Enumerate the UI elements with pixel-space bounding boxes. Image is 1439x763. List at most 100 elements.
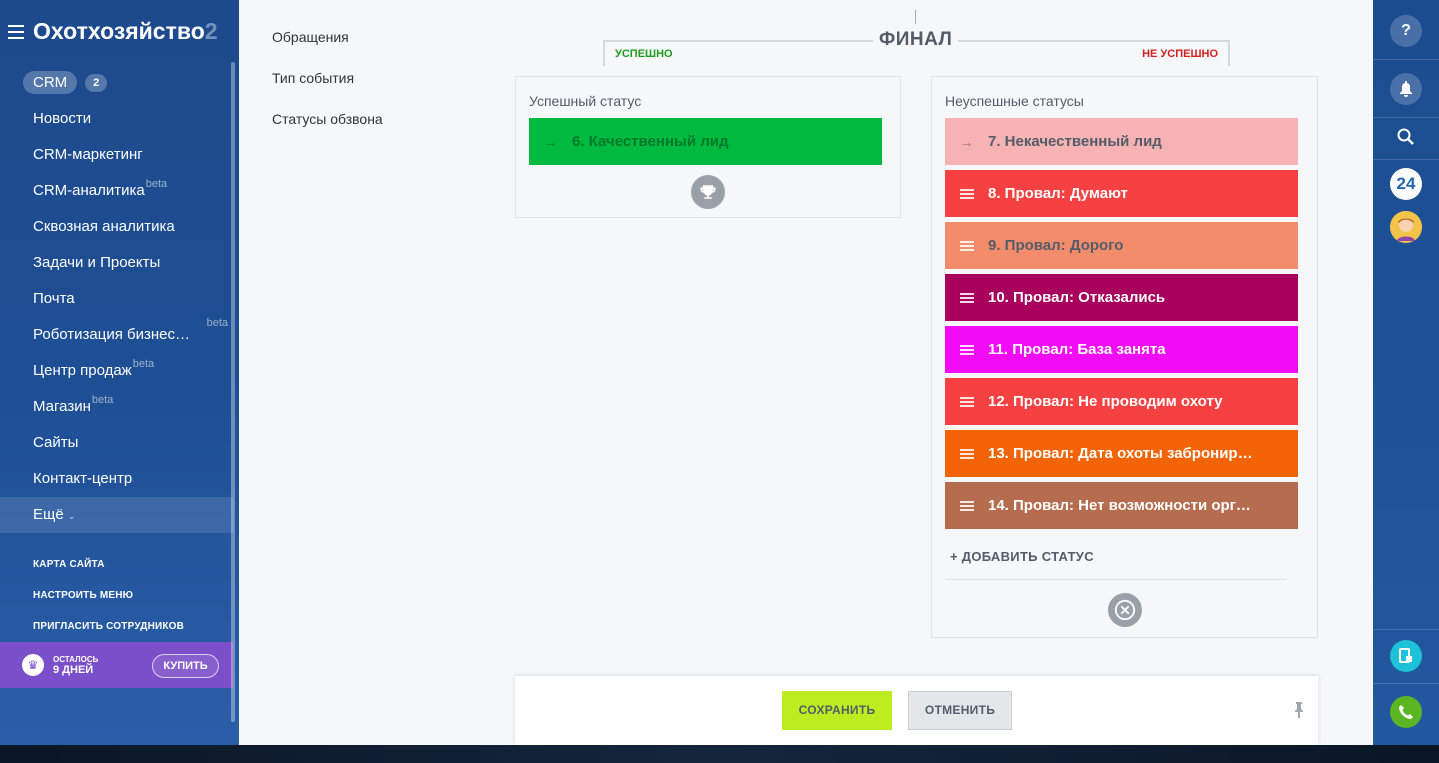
status-label: 9. Провал: Дорого: [988, 237, 1124, 254]
fail-status-panel: Неуспешные статусы → 7. Некачественный ли…: [931, 76, 1318, 638]
rail-divider: [1373, 59, 1439, 60]
trial-days: 9 ДНЕЙ: [53, 663, 94, 676]
sidebar-link-0[interactable]: КАРТА САЙТА: [33, 558, 184, 589]
sidebar-item-6[interactable]: Роботизация бизнес… beta: [0, 317, 234, 353]
portal-title[interactable]: Охотхозяйство2: [33, 18, 218, 45]
beta-badge: beta: [132, 358, 155, 370]
status-label: 8. Провал: Думают: [988, 185, 1128, 202]
arrow-right-icon: →: [959, 133, 974, 150]
save-button[interactable]: СОХРАНИТЬ: [782, 691, 892, 730]
success-status-item[interactable]: → 6. Качественный лид: [529, 118, 882, 165]
sidebar-item-label: Задачи и Проекты: [33, 254, 161, 271]
beta-badge: beta: [206, 317, 228, 329]
drag-handle-icon[interactable]: [958, 188, 975, 199]
status-label: 6. Качественный лид: [572, 133, 729, 150]
sidebar-item-3[interactable]: Сквозная аналитика: [0, 209, 234, 245]
sidebar-link-1[interactable]: НАСТРОИТЬ МЕНЮ: [33, 589, 184, 620]
settings-menu-item-call-statuses[interactable]: Статусы обзвона: [272, 109, 383, 150]
sidebar-item-label: CRM-маркетинг: [33, 146, 143, 163]
sidebar-item-label: Почта: [33, 290, 75, 307]
sidebar-item-2[interactable]: CRM-аналитикаbeta: [0, 173, 234, 209]
logo-row: Охотхозяйство2: [8, 18, 218, 45]
menu-icon[interactable]: [8, 24, 24, 39]
success-panel-title: Успешный статус: [529, 93, 642, 109]
fail-status-item[interactable]: 9. Провал: Дорого: [945, 222, 1298, 269]
sidebar-item-label: Ещё: [33, 506, 64, 523]
action-bar: СОХРАНИТЬ ОТМЕНИТЬ: [515, 676, 1318, 745]
settings-menu-item-event-type[interactable]: Тип события: [272, 68, 354, 109]
sidebar-item-0[interactable]: Новости: [0, 101, 234, 137]
desktop-background-strip: [0, 745, 1439, 763]
fail-status-item[interactable]: 12. Провал: Не проводим охоту: [945, 378, 1298, 425]
fail-status-item[interactable]: 11. Провал: База занята: [945, 326, 1298, 373]
drag-handle-icon[interactable]: [958, 500, 975, 511]
arrow-right-icon: →: [543, 133, 558, 150]
status-label: 14. Провал: Нет возможности орг…: [988, 497, 1251, 514]
sidebar-nav: Новости CRM-маркетинг CRM-аналитикаbeta Скв…: [0, 101, 234, 533]
fail-status-item[interactable]: 8. Провал: Думают: [945, 170, 1298, 217]
bitrix24-icon[interactable]: 24: [1390, 168, 1422, 200]
phone-icon[interactable]: [1390, 696, 1422, 728]
sidebar-item-7[interactable]: Центр продажbeta: [0, 353, 234, 389]
status-label: 11. Провал: База занята: [988, 341, 1166, 358]
pin-icon[interactable]: [1294, 702, 1304, 721]
sidebar-item-label: CRM-аналитика: [33, 182, 145, 199]
crm-pill[interactable]: CRM: [23, 71, 78, 94]
sidebar-item-label: Контакт-центр: [33, 470, 133, 487]
crm-section: CRM 2: [23, 71, 108, 94]
drag-handle-icon[interactable]: [958, 292, 975, 303]
fail-status-item[interactable]: 13. Провал: Дата охоты забронир…: [945, 430, 1298, 477]
open-lines-icon[interactable]: [1390, 640, 1422, 672]
sidebar-scrollbar[interactable]: [231, 62, 235, 722]
help-icon[interactable]: ?: [1390, 15, 1422, 47]
fail-status-item[interactable]: → 7. Некачественный лид: [945, 118, 1298, 165]
drag-handle-icon[interactable]: [958, 448, 975, 459]
beta-badge: beta: [145, 178, 168, 190]
fail-divider: [945, 579, 1287, 580]
fail-panel-title: Неуспешные статусы: [945, 93, 1084, 109]
buy-button[interactable]: КУПИТЬ: [152, 654, 219, 678]
fail-status-item[interactable]: 14. Провал: Нет возможности орг…: [945, 482, 1298, 529]
rail-divider: [1373, 117, 1439, 118]
sidebar-item-4[interactable]: Задачи и Проекты: [0, 245, 234, 281]
sidebar-item-8[interactable]: Магазинbeta: [0, 389, 234, 425]
sidebar-small-links: КАРТА САЙТА НАСТРОИТЬ МЕНЮ ПРИГЛАСИТЬ СОТР…: [33, 558, 184, 651]
trial-remaining-label: ОСТАЛОСЬ: [53, 654, 99, 664]
status-label: 7. Некачественный лид: [988, 133, 1162, 150]
close-circle-icon: [1108, 593, 1142, 627]
final-title: ФИНАЛ: [873, 29, 959, 51]
sidebar-item-5[interactable]: Почта: [0, 281, 234, 317]
status-label: 10. Провал: Отказались: [988, 289, 1166, 306]
sidebar-item-label: Магазин: [33, 398, 91, 415]
drag-handle-icon[interactable]: [958, 240, 975, 251]
drag-handle-icon[interactable]: [958, 396, 975, 407]
chevron-down-icon: ⌄: [67, 511, 76, 521]
trophy-icon: [691, 175, 725, 209]
crm-counter-badge: 2: [85, 73, 108, 92]
fail-status-item[interactable]: 10. Провал: Отказались: [945, 274, 1298, 321]
sidebar-item-10[interactable]: Контакт-центр: [0, 461, 234, 497]
sidebar-item-11[interactable]: Ещё ⌄: [0, 497, 234, 533]
sidebar-item-label: Роботизация бизнес…: [33, 326, 190, 343]
main-content: Обращения Тип события Статусы обзвона ФИ…: [239, 0, 1373, 745]
sidebar-item-label: Новости: [33, 110, 92, 127]
cancel-button[interactable]: ОТМЕНИТЬ: [908, 691, 1012, 730]
bell-icon[interactable]: [1390, 73, 1422, 105]
sidebar-item-9[interactable]: Сайты: [0, 425, 234, 461]
sidebar-item-1[interactable]: CRM-маркетинг: [0, 137, 234, 173]
avatar[interactable]: [1390, 211, 1422, 243]
trial-banner: ♛ ОСТАЛОСЬ 9 ДНЕЙ КУПИТЬ: [0, 642, 233, 688]
final-connector: [915, 10, 916, 24]
search-icon[interactable]: [1390, 121, 1422, 153]
final-success-label: УСПЕШНО: [615, 48, 673, 60]
settings-menu-item-appeals[interactable]: Обращения: [272, 27, 349, 68]
drag-handle-icon[interactable]: [958, 344, 975, 355]
rail-divider: [1373, 629, 1439, 630]
beta-badge: beta: [91, 394, 114, 406]
left-sidebar: Охотхозяйство2 CRM 2 Новости CRM-маркетин…: [0, 0, 239, 745]
trial-text: ОСТАЛОСЬ 9 ДНЕЙ: [53, 655, 98, 676]
success-status-panel: Успешный статус → 6. Качественный лид: [515, 76, 901, 218]
status-label: 12. Провал: Не проводим охоту: [988, 393, 1223, 410]
add-status-button[interactable]: + ДОБАВИТЬ СТАТУС: [950, 549, 1094, 564]
sidebar-item-label: Сквозная аналитика: [33, 218, 175, 235]
